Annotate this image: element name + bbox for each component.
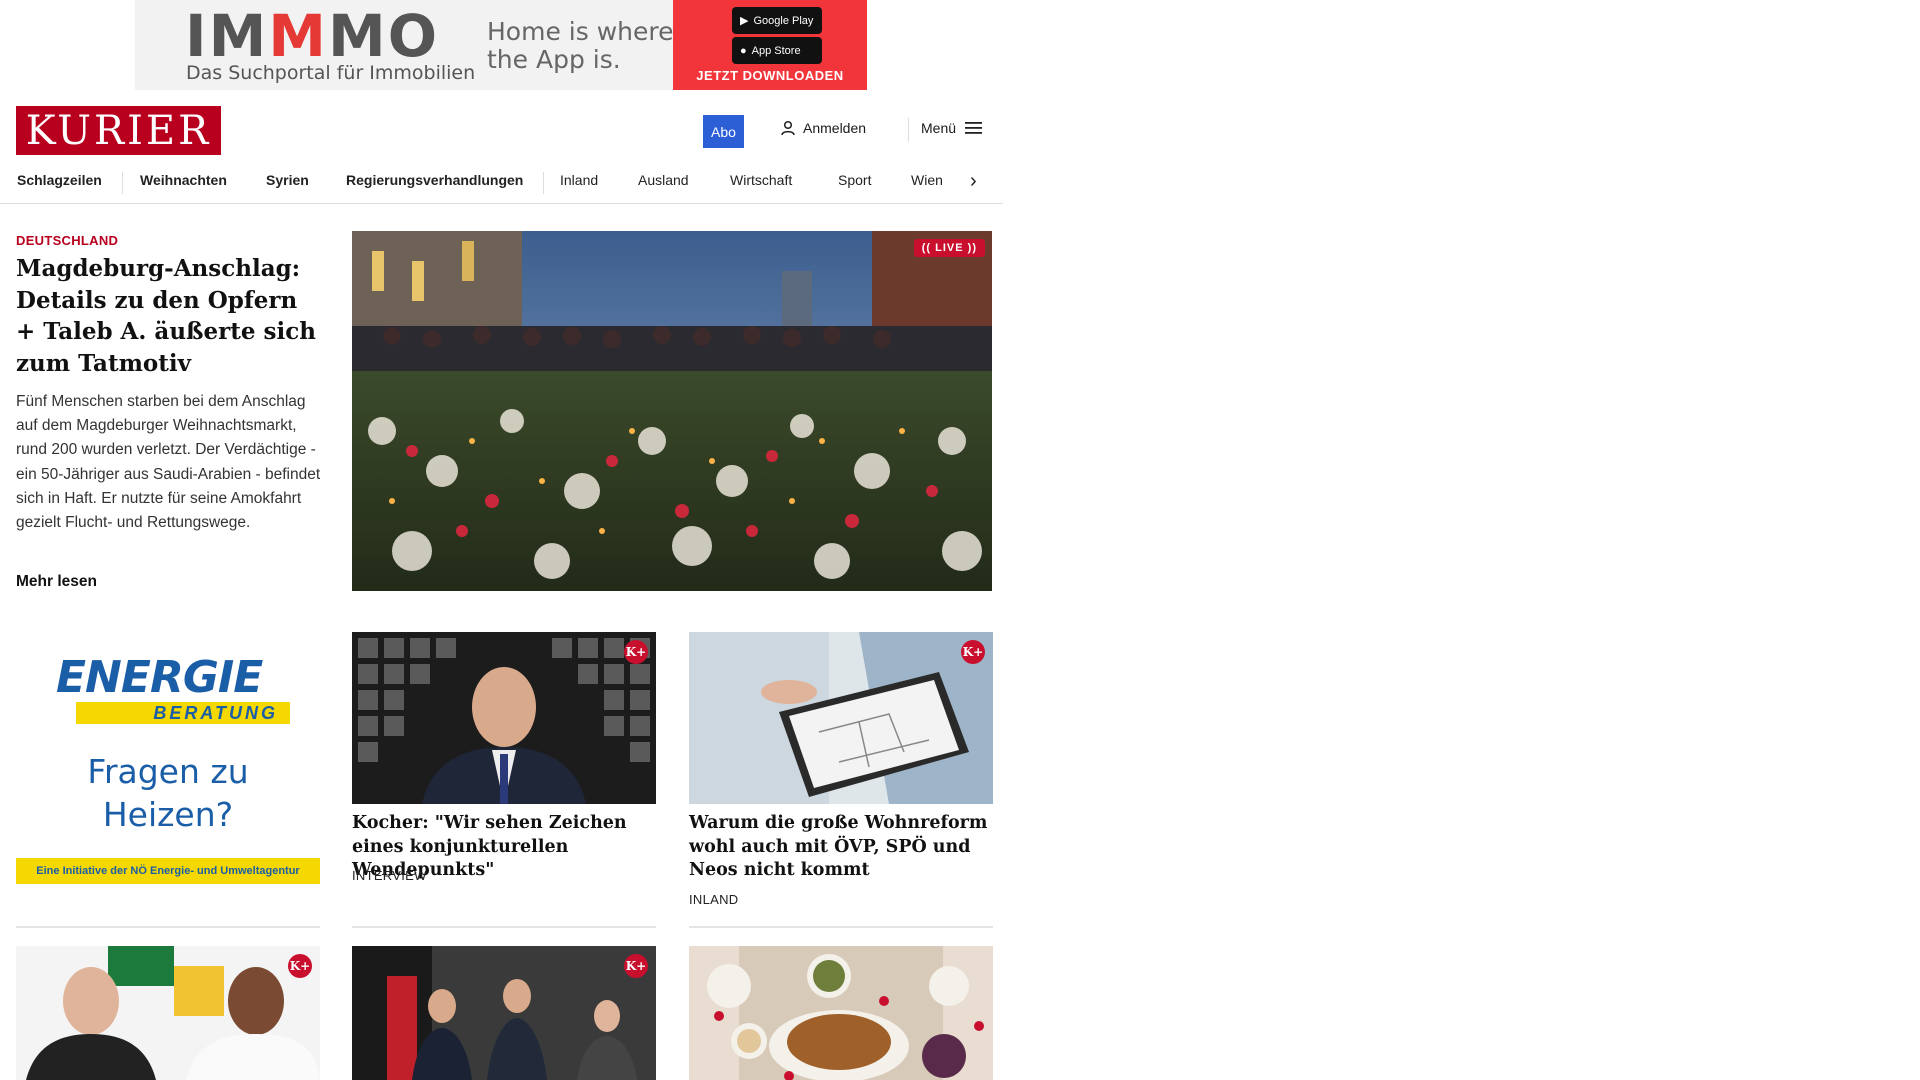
ad-download-cta[interactable]: JETZT DOWNLOADEN (673, 68, 867, 83)
ad-headline: Fragen zu Heizen? (87, 752, 249, 834)
menu-button[interactable]: Menü (921, 120, 983, 136)
nav-item-weihnachten[interactable]: Weihnachten (140, 172, 227, 188)
ad-brand-logo: IMMMO (185, 2, 440, 70)
login-label: Anmelden (803, 120, 867, 136)
card-image-kocher[interactable]: K+ (352, 632, 656, 804)
lead-headline[interactable]: Magdeburg-Anschlag: Details zu den Opfer… (16, 253, 322, 379)
memorial-photo (352, 231, 992, 591)
lead-image[interactable]: (( LIVE )) (352, 231, 992, 591)
read-more-link[interactable]: Mehr lesen (16, 573, 97, 591)
tablet-photo (689, 632, 993, 804)
nav-item-wien[interactable]: Wien (911, 172, 943, 188)
festive-food-photo (689, 946, 993, 1080)
play-store-icon: ▶ (740, 15, 749, 27)
portrait-photo (352, 632, 656, 804)
section-divider (352, 926, 656, 928)
ad-beratung-label: BERATUNG (76, 702, 290, 724)
live-badge: (( LIVE )) (913, 239, 985, 257)
card-image-government[interactable]: K+ (352, 946, 656, 1080)
card-image-football[interactable]: K+ (16, 946, 320, 1080)
kplus-badge: K+ (624, 640, 648, 664)
menu-label: Menü (921, 120, 957, 136)
nav-separator (122, 172, 123, 194)
broadcast-icon: )) (967, 242, 977, 254)
card-image-wohnreform[interactable]: K+ (689, 632, 993, 804)
chevron-right-icon[interactable]: › (970, 170, 977, 193)
card-tag-interview[interactable]: INTERVIEW (352, 868, 427, 883)
ad-footer: Eine Initiative der NÖ Energie- und Umwe… (16, 858, 320, 884)
card-image-festive-food[interactable] (689, 946, 993, 1080)
google-play-button[interactable]: ▶ Google Play (732, 7, 822, 34)
card-headline-wohnreform[interactable]: Warum die große Wohnreform wohl auch mit… (689, 812, 993, 883)
nav-item-schlagzeilen[interactable]: Schlagzeilen (17, 172, 102, 188)
ad-subtitle: Das Suchportal für Immobilien (186, 62, 476, 84)
nav-item-inland[interactable]: Inland (560, 172, 598, 188)
ad-tagline: Home is where the App is. (487, 17, 674, 74)
top-ad-banner[interactable]: IMMMO Das Suchportal für Immobilien Home… (135, 0, 867, 90)
kplus-badge: K+ (288, 954, 312, 978)
kurier-logo[interactable]: KURIER (16, 106, 221, 155)
press-conference-photo (352, 946, 656, 1080)
section-nav: Schlagzeilen Weihnachten Syrien Regierun… (0, 162, 1003, 204)
hamburger-icon (965, 122, 983, 134)
apple-icon: ● (740, 44, 747, 57)
header-divider (908, 118, 909, 142)
abo-button[interactable]: Abo (703, 115, 744, 148)
nav-item-sport[interactable]: Sport (838, 172, 871, 188)
side-ad-energieberatung[interactable]: ENERGIE BERATUNG Fragen zu Heizen? Eine … (16, 632, 320, 886)
section-divider (16, 926, 320, 928)
nav-item-wirtschaft[interactable]: Wirtschaft (730, 172, 792, 188)
login-link[interactable]: Anmelden (780, 120, 866, 136)
user-icon (781, 120, 795, 136)
broadcast-icon: (( (921, 242, 932, 254)
app-store-button[interactable]: ● App Store (732, 37, 822, 64)
nav-item-regierungsverhandlungen[interactable]: Regierungsverhandlungen (346, 172, 523, 188)
football-photo (16, 946, 320, 1080)
lead-teaser: Fünf Menschen starben bei dem Anschlag a… (16, 393, 321, 532)
kplus-badge: K+ (624, 954, 648, 978)
kplus-badge: K+ (961, 640, 985, 664)
section-divider (689, 926, 993, 928)
nav-item-syrien[interactable]: Syrien (266, 172, 309, 188)
ad-energie-logo: ENERGIE (56, 652, 263, 703)
card-tag-inland[interactable]: INLAND (689, 892, 738, 907)
lead-kicker[interactable]: DEUTSCHLAND (16, 233, 118, 248)
nav-item-ausland[interactable]: Ausland (638, 172, 689, 188)
nav-separator (543, 172, 544, 194)
